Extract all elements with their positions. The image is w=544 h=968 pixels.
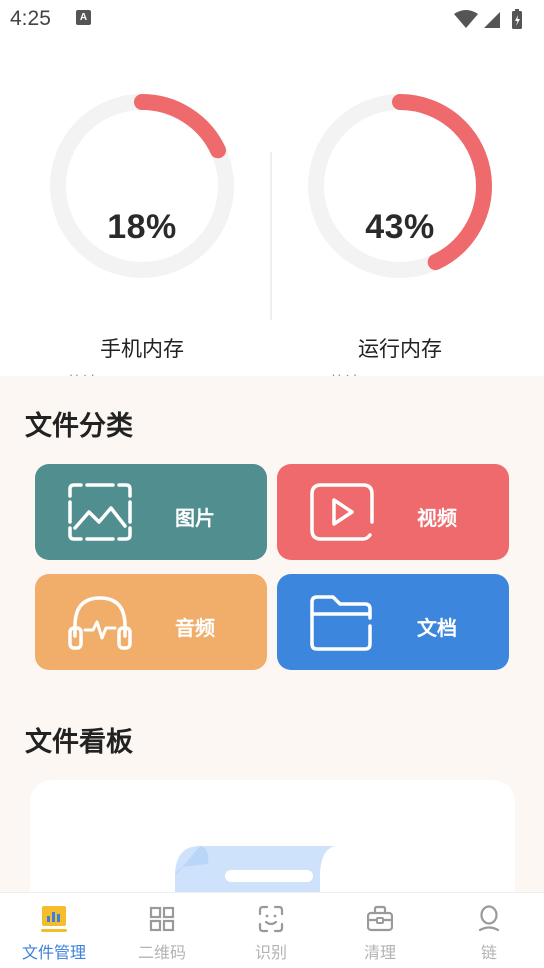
user-icon: [478, 905, 500, 932]
folder-icon: [310, 595, 372, 651]
phone-storage-ring: [50, 94, 234, 278]
status-time: 4:25: [10, 7, 51, 30]
nav-tab-clean[interactable]: 清理: [326, 893, 434, 968]
nav-label-qr-code: 二维码: [137, 945, 186, 962]
nav-tab-file-manager[interactable]: 文件管理: [0, 893, 108, 968]
category-documents-label: 文档: [417, 618, 457, 640]
ram-percent: 43%: [365, 208, 435, 246]
status-bar: 4:25 A: [0, 0, 544, 40]
empty-board-illustration: [175, 846, 335, 896]
ram-gauge[interactable]: 43% 运行内存 共计：1.7GB/3.9GB: [300, 86, 500, 392]
nav-label-profile: 链: [480, 945, 497, 962]
phone-storage-gauge[interactable]: 18% 手机内存 共计：6.8GB/36.9GB: [42, 86, 242, 392]
file-board-title: 文件看板: [25, 727, 133, 757]
nav-tab-profile[interactable]: 链: [435, 893, 543, 968]
ram-title: 运行内存: [358, 338, 442, 361]
category-audio-button[interactable]: 音频: [35, 574, 267, 670]
phone-storage-percent: 18%: [107, 208, 177, 246]
battery-icon: [512, 9, 522, 29]
wifi-icon: [454, 10, 478, 28]
nav-tab-qr-code[interactable]: 二维码: [108, 893, 216, 968]
nav-label-file-manager: 文件管理: [21, 945, 86, 962]
category-documents-button[interactable]: 文档: [277, 574, 509, 670]
signal-icon: [484, 12, 500, 28]
bottom-navigation: 文件管理 二维码 识别 清理 链: [0, 892, 544, 968]
category-video-label: 视频: [417, 508, 457, 530]
file-board-card[interactable]: [30, 780, 515, 896]
storage-overview: 18% 手机内存 共计：6.8GB/36.9GB 43% 运行内存 共计：1.7…: [0, 40, 544, 392]
file-manager-icon: [41, 906, 67, 932]
headphones-icon: [68, 596, 132, 650]
category-audio-label: 音频: [175, 618, 215, 640]
nav-tab-recognize[interactable]: 识别: [217, 893, 325, 968]
phone-storage-title: 手机内存: [100, 338, 184, 361]
ram-ring: [308, 94, 492, 278]
category-images-label: 图片: [175, 508, 215, 530]
content-area: 文件分类 图片 视频 音频 文档 文件看板: [0, 376, 544, 896]
categories-title: 文件分类: [25, 411, 133, 441]
system-status-icons: [454, 9, 522, 29]
gauge-divider: [270, 152, 272, 320]
toolbox-icon: [367, 905, 393, 932]
nav-label-clean: 清理: [363, 945, 396, 962]
category-images-button[interactable]: 图片: [35, 464, 267, 560]
notification-icon: A: [76, 10, 91, 25]
category-video-button[interactable]: 视频: [277, 464, 509, 560]
qr-code-icon: [149, 906, 175, 932]
image-icon: [68, 483, 132, 541]
scan-face-icon: [258, 905, 284, 933]
video-play-icon: [310, 483, 374, 541]
nav-label-recognize: 识别: [254, 945, 287, 962]
